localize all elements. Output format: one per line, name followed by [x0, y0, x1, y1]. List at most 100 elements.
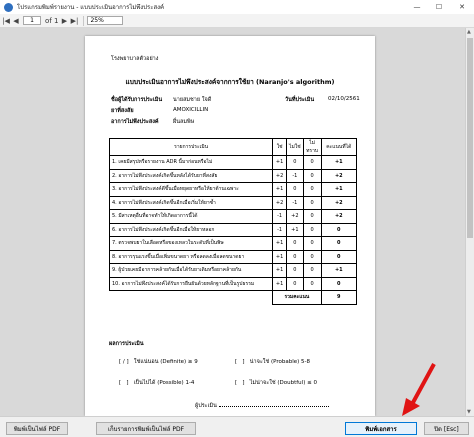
scroll-thumb[interactable]	[467, 38, 473, 238]
table-header: ไม่ทราบ	[302, 138, 322, 156]
row-score: +2	[320, 168, 358, 183]
save-pdf-button[interactable]: เก็บรายการพิมพ์เป็นไฟล์ PDF	[96, 422, 196, 435]
assessment-question: 8. อาการรุนแรงขึ้นเมื่อเพิ่มขนาดยา หรือล…	[108, 249, 274, 264]
table-header-row: รายการประเมิน ใช่ ไม่ใช่ ไม่ทราบ คะแนนที…	[108, 138, 358, 156]
assessment-question: 3. อาการไม่พึงประสงค์ดีขึ้นเมื่อหยุดยาหร…	[108, 182, 274, 197]
last-page-icon[interactable]: ▶|	[70, 16, 79, 26]
row-score: +1	[320, 263, 358, 278]
red-arrow-icon	[402, 363, 436, 416]
first-page-icon[interactable]: |◀	[2, 16, 10, 26]
checked-mark: /	[122, 359, 125, 365]
unknown-score: 0	[302, 182, 322, 197]
table-row: 1. เคยมีสรุปหรือรายงาน ADR นี้มาก่อนหรือ…	[108, 155, 358, 170]
page-number-input[interactable]: 1	[23, 16, 41, 25]
adr-value: ผื่นลมพิษ	[173, 119, 195, 125]
document-title: แบบประเมินอาการไม่พึงประสงค์จากการใช้ยา …	[125, 78, 335, 86]
yes-score: -1	[272, 209, 288, 224]
table-row: 5. มีสาเหตุอื่นที่อาจทำให้เกิดอาการนี้ได…	[108, 209, 358, 224]
no-score: 0	[286, 249, 304, 264]
assessor-line: ผู้ประเมิน	[195, 402, 329, 410]
table-row: 4. อาการไม่พึงประสงค์เกิดขึ้นอีกเมื่อเริ…	[108, 195, 358, 210]
date-value: 02/10/2561	[328, 96, 360, 102]
close-esc-button[interactable]: ปิด [Esc]	[424, 422, 469, 435]
yes-score: +1	[272, 236, 288, 251]
unknown-score: 0	[302, 168, 322, 183]
maximize-button[interactable]: ☐	[428, 0, 450, 14]
adr-label: อาการไม่พึงประสงค์	[111, 119, 159, 125]
zoom-select[interactable]: 25%	[87, 16, 124, 25]
table-row: 8. อาการรุนแรงขึ้นเมื่อเพิ่มขนาดยา หรือล…	[108, 249, 358, 264]
assessment-question: 7. ตรวจพบยาในเลือดหรือของเหลวในระดับที่เ…	[108, 236, 274, 251]
table-row: 10. อาการไม่พึงประสงค์ได้รับการยืนยันด้ว…	[108, 276, 358, 291]
yes-score: +2	[272, 168, 288, 183]
total-row: รวมคะแนน 9	[109, 290, 358, 305]
no-score: 0	[286, 155, 304, 170]
unknown-score: 0	[302, 195, 322, 210]
assessment-table: รายการประเมิน ใช่ ไม่ใช่ ไม่ทราบ คะแนนที…	[108, 138, 358, 305]
window-title: โปรแกรมพิมพ์รายงาน - แบบประเมินอาการไม่พ…	[17, 4, 165, 11]
assessment-question: 10. อาการไม่พึงประสงค์ได้รับการยืนยันด้ว…	[108, 276, 274, 291]
unknown-score: 0	[302, 222, 322, 237]
app-icon	[4, 2, 13, 12]
yes-score: +1	[272, 276, 288, 291]
row-score: +2	[320, 195, 358, 210]
assessment-question: 5. มีสาเหตุอื่นที่อาจทำให้เกิดอาการนี้ได…	[108, 209, 274, 224]
prev-page-icon[interactable]: ◀	[12, 16, 20, 26]
row-score: 0	[320, 236, 358, 251]
total-label: รวมคะแนน	[272, 290, 322, 305]
patient-label: ชื่อผู้ได้รับการประเมิน	[111, 97, 163, 103]
unknown-score: 0	[302, 236, 322, 251]
assessment-question: 2. อาการไม่พึงประสงค์เกิดขึ้นหลังได้รับย…	[108, 168, 274, 183]
yes-score: +1	[272, 249, 288, 264]
print-document-button[interactable]: พิมพ์เอกสาร	[345, 422, 417, 435]
organization-name: โรงพยาบาลตัวอย่าง	[111, 56, 159, 62]
table-row: 7. ตรวจพบยาในเลือดหรือของเหลวในระดับที่เ…	[108, 236, 358, 251]
unknown-score: 0	[302, 263, 322, 278]
unknown-score: 0	[302, 249, 322, 264]
table-header: ใช่	[272, 138, 288, 156]
no-score: +1	[286, 222, 304, 237]
no-score: 0	[286, 236, 304, 251]
minimize-button[interactable]: —	[406, 0, 428, 14]
result-option-doubtful: [ ] ไม่น่าจะใช่ (Doubtful) ≤ 0	[235, 380, 317, 386]
title-bar: โปรแกรมพิมพ์รายงาน - แบบประเมินอาการไม่พ…	[0, 0, 474, 14]
assessment-question: 9. ผู้ป่วยเคยมีอาการคล้ายกันเมื่อได้รับย…	[108, 263, 274, 278]
table-row: 2. อาการไม่พึงประสงค์เกิดขึ้นหลังได้รับย…	[108, 168, 358, 183]
yes-score: +1	[272, 182, 288, 197]
drug-value: AMOXICILLIN	[173, 107, 209, 113]
yes-score: +2	[272, 195, 288, 210]
scroll-up-icon[interactable]: ▲	[467, 29, 471, 35]
close-button[interactable]: ✕	[450, 0, 474, 14]
assessment-question: 4. อาการไม่พึงประสงค์เกิดขึ้นอีกเมื่อเริ…	[108, 195, 274, 210]
no-score: 0	[286, 263, 304, 278]
table-header: รายการประเมิน	[108, 138, 274, 156]
row-score: +2	[320, 209, 358, 224]
report-viewer: โรงพยาบาลตัวอย่าง แบบประเมินอาการไม่พึงป…	[0, 28, 474, 416]
assessment-question: 1. เคยมีสรุปหรือรายงาน ADR นี้มาก่อนหรือ…	[108, 155, 274, 170]
yes-score: +1	[272, 263, 288, 278]
report-page: โรงพยาบาลตัวอย่าง แบบประเมินอาการไม่พึงป…	[85, 36, 375, 416]
next-page-icon[interactable]: ▶	[60, 16, 68, 26]
print-pdf-button[interactable]: พิมพ์เป็นไฟล์ PDF	[6, 422, 68, 435]
table-row: 6. อาการไม่พึงประสงค์เกิดขึ้นอีกเมื่อให้…	[108, 222, 358, 237]
patient-value: นายสมชาย ใจดี	[173, 97, 212, 103]
unknown-score: 0	[302, 155, 322, 170]
result-option-definite: [ / ] ใช่แน่นอน (Definite) ≥ 9	[119, 359, 198, 365]
no-score: -1	[286, 195, 304, 210]
assessment-question: 6. อาการไม่พึงประสงค์เกิดขึ้นอีกเมื่อให้…	[108, 222, 274, 237]
unknown-score: 0	[302, 209, 322, 224]
unknown-score: 0	[302, 276, 322, 291]
result-option-probable: [ ] น่าจะใช่ (Probable) 5-8	[235, 359, 310, 365]
yes-score: +1	[272, 155, 288, 170]
row-score: +1	[320, 182, 358, 197]
scroll-down-icon[interactable]: ▼	[467, 409, 471, 415]
bottom-action-bar: พิมพ์เป็นไฟล์ PDF เก็บรายการพิมพ์เป็นไฟล…	[0, 416, 474, 437]
viewer-toolbar: |◀ ◀ 1 of 1 ▶ ▶| 25%	[0, 14, 474, 28]
row-score: 0	[320, 249, 358, 264]
table-header: คะแนนที่ได้	[320, 138, 358, 156]
date-label: วันที่ประเมิน	[285, 97, 315, 103]
yes-score: -1	[272, 222, 288, 237]
table-header: ไม่ใช่	[286, 138, 304, 156]
vertical-scrollbar[interactable]: ▲ ▼	[465, 28, 474, 416]
row-score: +1	[320, 155, 358, 170]
